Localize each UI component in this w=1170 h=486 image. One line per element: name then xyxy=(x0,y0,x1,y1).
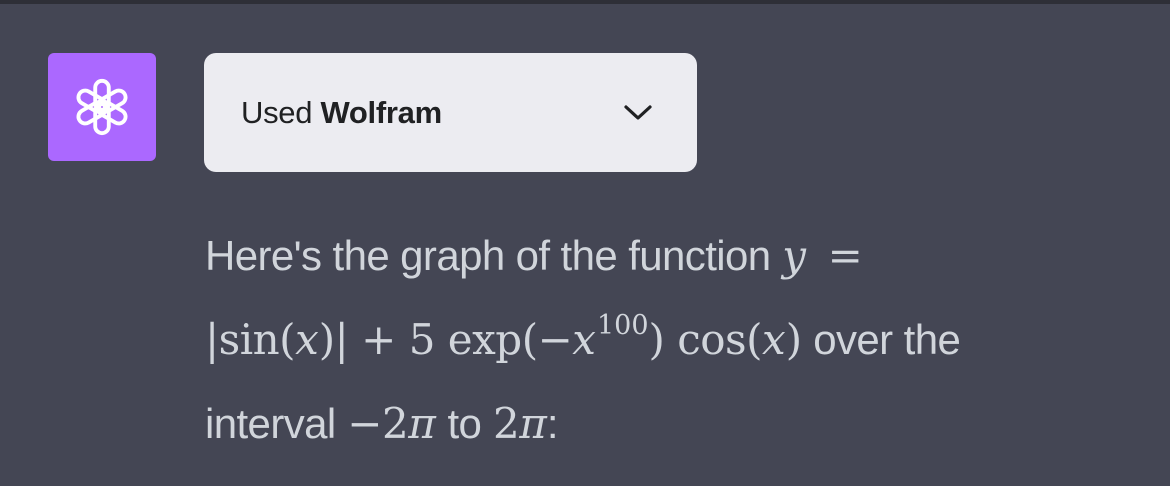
math-pi: π xyxy=(519,399,547,448)
message-text: interval xyxy=(205,400,336,447)
plugin-used-dropdown[interactable]: Used Wolfram xyxy=(204,53,697,172)
math-expression-part: )| + 5 exp(− xyxy=(318,315,573,364)
math-variable: x xyxy=(762,315,786,364)
math-exponent: 100 xyxy=(596,310,649,341)
math-expression-part: ) xyxy=(785,315,802,364)
openai-logo-icon xyxy=(71,76,133,138)
plugin-used-label: Used Wolfram xyxy=(241,95,442,131)
math-pi: π xyxy=(408,399,436,448)
chevron-down-icon xyxy=(623,98,653,128)
math-variable: y xyxy=(782,231,806,280)
math-expression-part: ) cos( xyxy=(648,315,763,364)
plugin-name: Wolfram xyxy=(320,94,443,130)
math-expression-part: 2 xyxy=(492,399,520,448)
message-line-2: |sin(x)| + 5 exp(−x100) cos(x) over the xyxy=(205,310,1145,394)
top-border xyxy=(0,0,1170,4)
math-variable: x xyxy=(572,315,596,364)
assistant-avatar xyxy=(48,53,156,161)
math-equals: = xyxy=(827,231,863,280)
message-text: : xyxy=(546,400,559,447)
assistant-message: Here's the graph of the function y = |si… xyxy=(205,226,1145,478)
message-text: Here's the graph of the function xyxy=(205,232,771,279)
message-line-3: interval −2π to 2π: xyxy=(205,394,1145,478)
math-expression-part: −2 xyxy=(347,399,409,448)
math-variable: x xyxy=(295,315,319,364)
message-text: to xyxy=(447,400,482,447)
message-text: over the xyxy=(813,316,961,363)
math-expression-part: |sin( xyxy=(205,315,296,364)
message-line-1: Here's the graph of the function y = xyxy=(205,226,1145,310)
plugin-used-prefix: Used xyxy=(241,94,313,130)
